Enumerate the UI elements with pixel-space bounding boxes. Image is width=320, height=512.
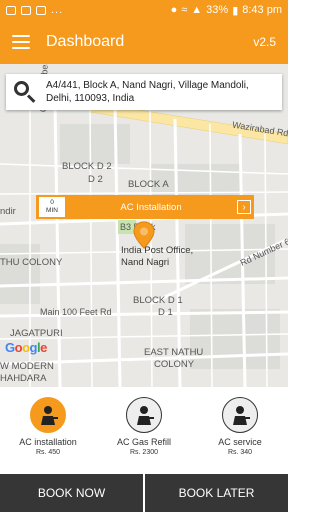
wifi-icon: ≈ [181, 4, 188, 16]
eta-unit: MIN [46, 207, 58, 214]
app-version: v2.5 [253, 35, 276, 49]
service-price: Rs. 450 [35, 449, 61, 456]
map-label: JAGATPURI [10, 328, 63, 339]
address-line-1: A4/441, Block A, Nand Nagri, Village Man… [46, 80, 249, 91]
google-logo: Google [5, 340, 47, 355]
battery-level: 33% [206, 4, 229, 16]
map-label: COLONY [154, 359, 195, 370]
chevron-right-icon[interactable]: › [237, 200, 251, 214]
bottom-action-bar: BOOK NOW BOOK LATER [0, 474, 288, 512]
service-name: AC installation [19, 437, 77, 447]
eta-badge: 0 MIN [39, 197, 65, 217]
book-now-button[interactable]: BOOK NOW [0, 474, 143, 512]
more-notifications: ... [51, 4, 64, 16]
google-logo-text: Google [5, 340, 47, 355]
map-label: BLOCK D 1 [133, 295, 183, 306]
page-title: Dashboard [46, 33, 125, 50]
service-callout[interactable]: 0 MIN AC Installation › [36, 195, 254, 219]
notification-icon [21, 5, 31, 15]
clock: 8:43 pm [242, 4, 282, 16]
signal-icon: ▲ [191, 4, 203, 16]
callout-label: AC Installation [120, 201, 182, 213]
app-bar: Dashboard v2.5 [0, 20, 288, 64]
address-text[interactable]: A4/441, Block A, Nand Nagri, Village Man… [46, 79, 249, 105]
services-row: AC installation Rs. 450 AC Gas Refill Rs… [0, 387, 288, 474]
map-label: India Post Office, [121, 245, 194, 256]
map-label: BLOCK D 2 [62, 161, 112, 172]
map-label: D 1 [158, 307, 173, 318]
service-name: AC Gas Refill [116, 437, 171, 447]
location-icon: ● [170, 4, 178, 16]
service-item-ac-gas-refill[interactable]: AC Gas Refill Rs. 2300 [96, 387, 192, 474]
map-label: Nand Nagri [121, 257, 170, 268]
map-label: THU COLONY [0, 257, 63, 268]
service-price: Rs. 340 [227, 449, 253, 456]
service-price: Rs. 2300 [129, 449, 159, 456]
map-label: ndir [0, 206, 16, 217]
service-name: AC service [218, 437, 262, 447]
book-later-button[interactable]: BOOK LATER [143, 474, 288, 512]
battery-icon: ▮ [232, 4, 239, 17]
map-label: D 2 [88, 174, 103, 185]
eta-value: 0 [50, 199, 54, 206]
search-icon[interactable] [12, 79, 38, 105]
message-icon [6, 5, 16, 15]
map-label: Main 100 Feet Rd [40, 307, 112, 317]
map-label: BLOCK A [128, 179, 169, 190]
status-bar: ... ● ≈ ▲ 33% ▮ 8:43 pm [0, 0, 288, 20]
map-label: EAST NATHU [144, 347, 204, 358]
technician-icon[interactable] [222, 397, 258, 433]
flag-icon [36, 5, 46, 15]
address-search-box[interactable]: A4/441, Block A, Nand Nagri, Village Man… [6, 74, 282, 110]
map-label: W MODERN [0, 361, 54, 372]
service-item-ac-installation[interactable]: AC installation Rs. 450 [0, 387, 96, 474]
location-pin-icon [133, 221, 155, 249]
technician-icon[interactable] [30, 397, 66, 433]
map-label: HAHDARA [0, 373, 47, 384]
service-item-ac-service[interactable]: AC service Rs. 340 [192, 387, 288, 474]
menu-icon[interactable] [12, 35, 30, 49]
address-line-2: Delhi, 110093, India [46, 93, 135, 104]
technician-icon[interactable] [126, 397, 162, 433]
